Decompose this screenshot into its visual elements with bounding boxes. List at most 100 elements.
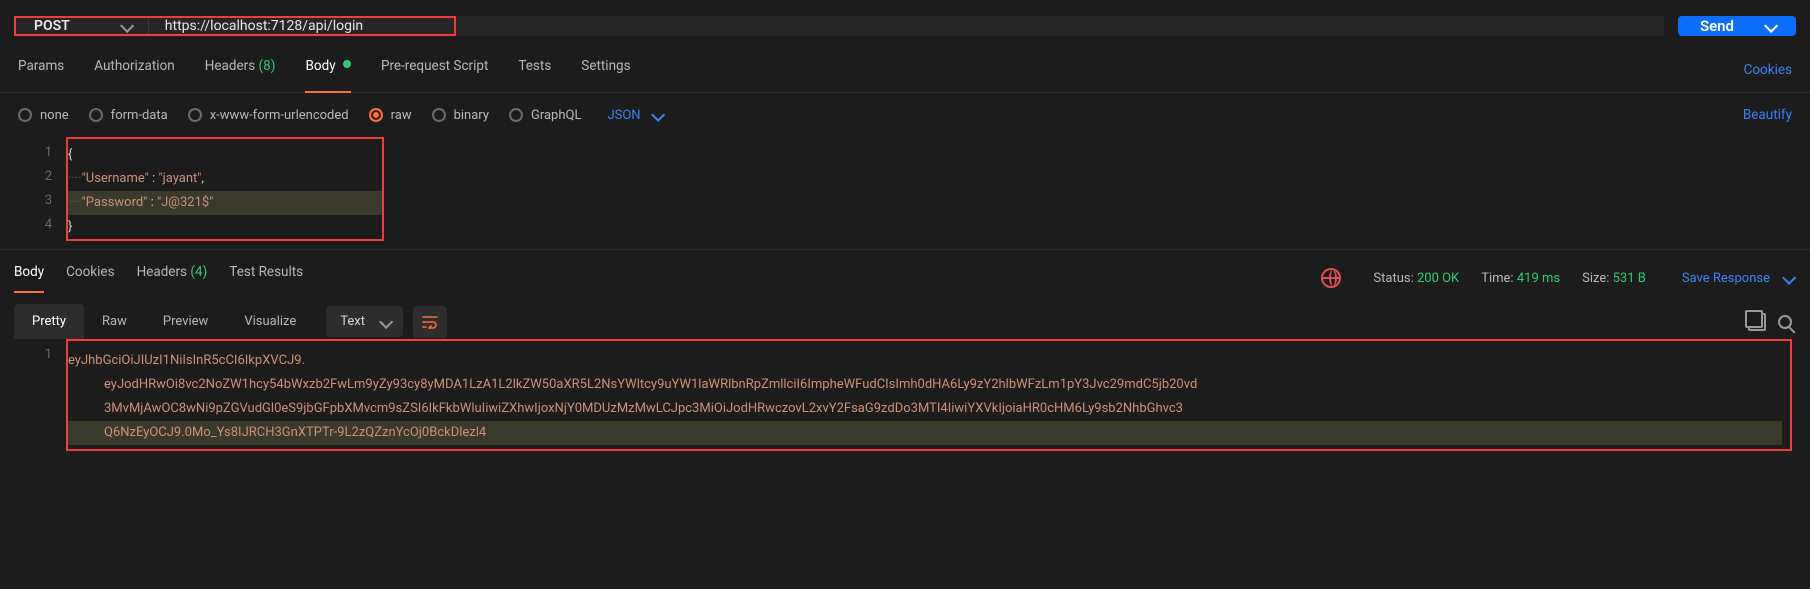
time-label: Time: [1481, 271, 1513, 286]
view-tab-raw[interactable]: Raw [84, 304, 145, 339]
radio-graphql-label: GraphQL [531, 108, 581, 123]
radio-urlencoded[interactable]: x-www-form-urlencoded [188, 108, 349, 123]
body-format-dropdown[interactable]: JSON [607, 108, 660, 123]
code-punc: , [201, 171, 204, 186]
network-globe-icon[interactable] [1321, 268, 1341, 288]
radio-none[interactable]: none [18, 108, 69, 123]
tab-headers-count: (8) [259, 58, 276, 74]
radio-graphql[interactable]: GraphQL [509, 108, 581, 123]
chevron-down-icon [379, 319, 389, 325]
radio-urlencoded-label: x-www-form-urlencoded [210, 108, 349, 123]
radio-icon [89, 108, 103, 122]
response-size: Size: 531 B [1582, 271, 1646, 286]
resp-tab-headers-label: Headers [137, 264, 187, 280]
request-body-editor[interactable]: { ····"Username" : "jayant", ····"Passwo… [66, 137, 1792, 237]
line-number: 2 [18, 165, 52, 189]
line-number: 4 [18, 213, 52, 237]
cookies-link[interactable]: Cookies [1744, 62, 1792, 78]
code-brace: } [68, 219, 72, 234]
code-value: "J@321$" [157, 195, 213, 210]
body-format-label: JSON [607, 108, 640, 123]
code-punc: : [149, 171, 159, 186]
radio-raw[interactable]: raw [369, 108, 412, 123]
size-label: Size: [1582, 271, 1609, 286]
http-method-select[interactable]: POST [16, 18, 149, 34]
view-tab-preview[interactable]: Preview [145, 304, 226, 339]
tab-headers[interactable]: Headers (8) [205, 58, 276, 82]
request-body-editor-outer: 1 2 3 4 { ····"Username" : "jayant", ···… [0, 137, 1810, 249]
code-key: "Username" [82, 171, 149, 186]
http-method-label: POST [34, 18, 70, 34]
line-number: 1 [18, 141, 52, 165]
line-number: 3 [18, 189, 52, 213]
chevron-down-icon [1764, 23, 1774, 29]
view-tab-visualize[interactable]: Visualize [226, 304, 314, 339]
resp-tab-testresults[interactable]: Test Results [229, 264, 303, 292]
response-tabs: Body Cookies Headers (4) Test Results St… [14, 264, 1792, 292]
code-value: "jayant" [158, 171, 201, 186]
radio-icon [369, 108, 383, 122]
method-url-group: POST [14, 16, 456, 36]
response-format-select[interactable]: Text [326, 306, 403, 337]
radio-icon [432, 108, 446, 122]
radio-icon [188, 108, 202, 122]
radio-raw-label: raw [391, 108, 412, 123]
response-token-line3: 3MvMjAwOC8wNi9pZGVudGl0eS9jbGFpbXMvcm9sZ… [68, 397, 1782, 421]
line-number: 1 [18, 343, 52, 367]
response-gutter: 1 [18, 339, 66, 451]
resp-tab-body[interactable]: Body [14, 264, 44, 292]
response-format-label: Text [340, 314, 365, 329]
search-icon[interactable] [1778, 315, 1792, 329]
code-punc: : [147, 195, 157, 210]
radio-icon [18, 108, 32, 122]
tab-body-label: Body [305, 58, 335, 74]
tab-tests[interactable]: Tests [518, 58, 551, 82]
size-value: 531 B [1613, 271, 1646, 286]
tab-settings[interactable]: Settings [581, 58, 630, 82]
response-view-tabs: Pretty Raw Preview Visualize Text [14, 292, 1792, 339]
save-response-button[interactable]: Save Response [1682, 271, 1792, 286]
tab-params[interactable]: Params [18, 58, 64, 82]
beautify-link[interactable]: Beautify [1743, 107, 1792, 123]
code-brace: { [68, 147, 72, 162]
save-response-label: Save Response [1682, 271, 1770, 286]
status-value: 200 OK [1417, 271, 1459, 286]
view-tab-pretty[interactable]: Pretty [14, 304, 84, 339]
time-value: 419 ms [1517, 271, 1560, 286]
response-body-viewer[interactable]: eyJhbGciOiJIUzI1NiIsInR5cCI6IkpXVCJ9. ey… [66, 339, 1792, 451]
request-tabs: Params Authorization Headers (8) Body Pr… [0, 40, 1810, 93]
body-type-row: none form-data x-www-form-urlencoded raw… [0, 93, 1810, 137]
resp-tab-cookies[interactable]: Cookies [66, 264, 114, 292]
response-time: Time: 419 ms [1481, 271, 1560, 286]
send-button[interactable]: Send [1678, 16, 1796, 36]
body-modified-dot-icon [343, 60, 351, 68]
response-token-part: eyJhbGciOiJIUzI1NiIsInR5cCI6IkpXVCJ9. [68, 353, 305, 368]
resp-tab-headers-count: (4) [190, 264, 207, 280]
tab-headers-label: Headers [205, 58, 255, 74]
response-token-line2: eyJodHRwOi8vc2NoZW1hcy54bWxzb2FwLm9yZy93… [68, 373, 1782, 397]
radio-icon [509, 108, 523, 122]
code-key: "Password" [82, 195, 148, 210]
wrap-icon [422, 315, 438, 329]
wrap-lines-button[interactable] [413, 306, 447, 338]
tab-authorization[interactable]: Authorization [94, 58, 174, 82]
chevron-down-icon [120, 23, 130, 29]
radio-binary-label: binary [454, 108, 489, 123]
copy-icon[interactable] [1748, 313, 1766, 331]
editor-gutter: 1 2 3 4 [18, 137, 66, 237]
chevron-down-icon [1782, 275, 1792, 281]
response-body-outer: 1 eyJhbGciOiJIUzI1NiIsInR5cCI6IkpXVCJ9. … [0, 339, 1810, 451]
radio-none-label: none [40, 108, 69, 123]
url-gap [456, 16, 1664, 36]
tab-prerequest[interactable]: Pre-request Script [381, 58, 488, 82]
send-button-label: Send [1700, 17, 1734, 35]
tab-body[interactable]: Body [305, 58, 350, 82]
resp-tab-headers[interactable]: Headers (4) [137, 264, 208, 292]
radio-binary[interactable]: binary [432, 108, 489, 123]
chevron-down-icon [651, 112, 661, 118]
url-input[interactable] [149, 18, 454, 34]
status-code: Status: 200 OK [1373, 271, 1459, 286]
response-section: Body Cookies Headers (4) Test Results St… [0, 249, 1810, 339]
response-token-line4: Q6NzEyOCJ9.0Mo_Ys8IJRCH3GnXTPTr-9L2zQZzn… [68, 421, 1782, 445]
radio-formdata[interactable]: form-data [89, 108, 168, 123]
